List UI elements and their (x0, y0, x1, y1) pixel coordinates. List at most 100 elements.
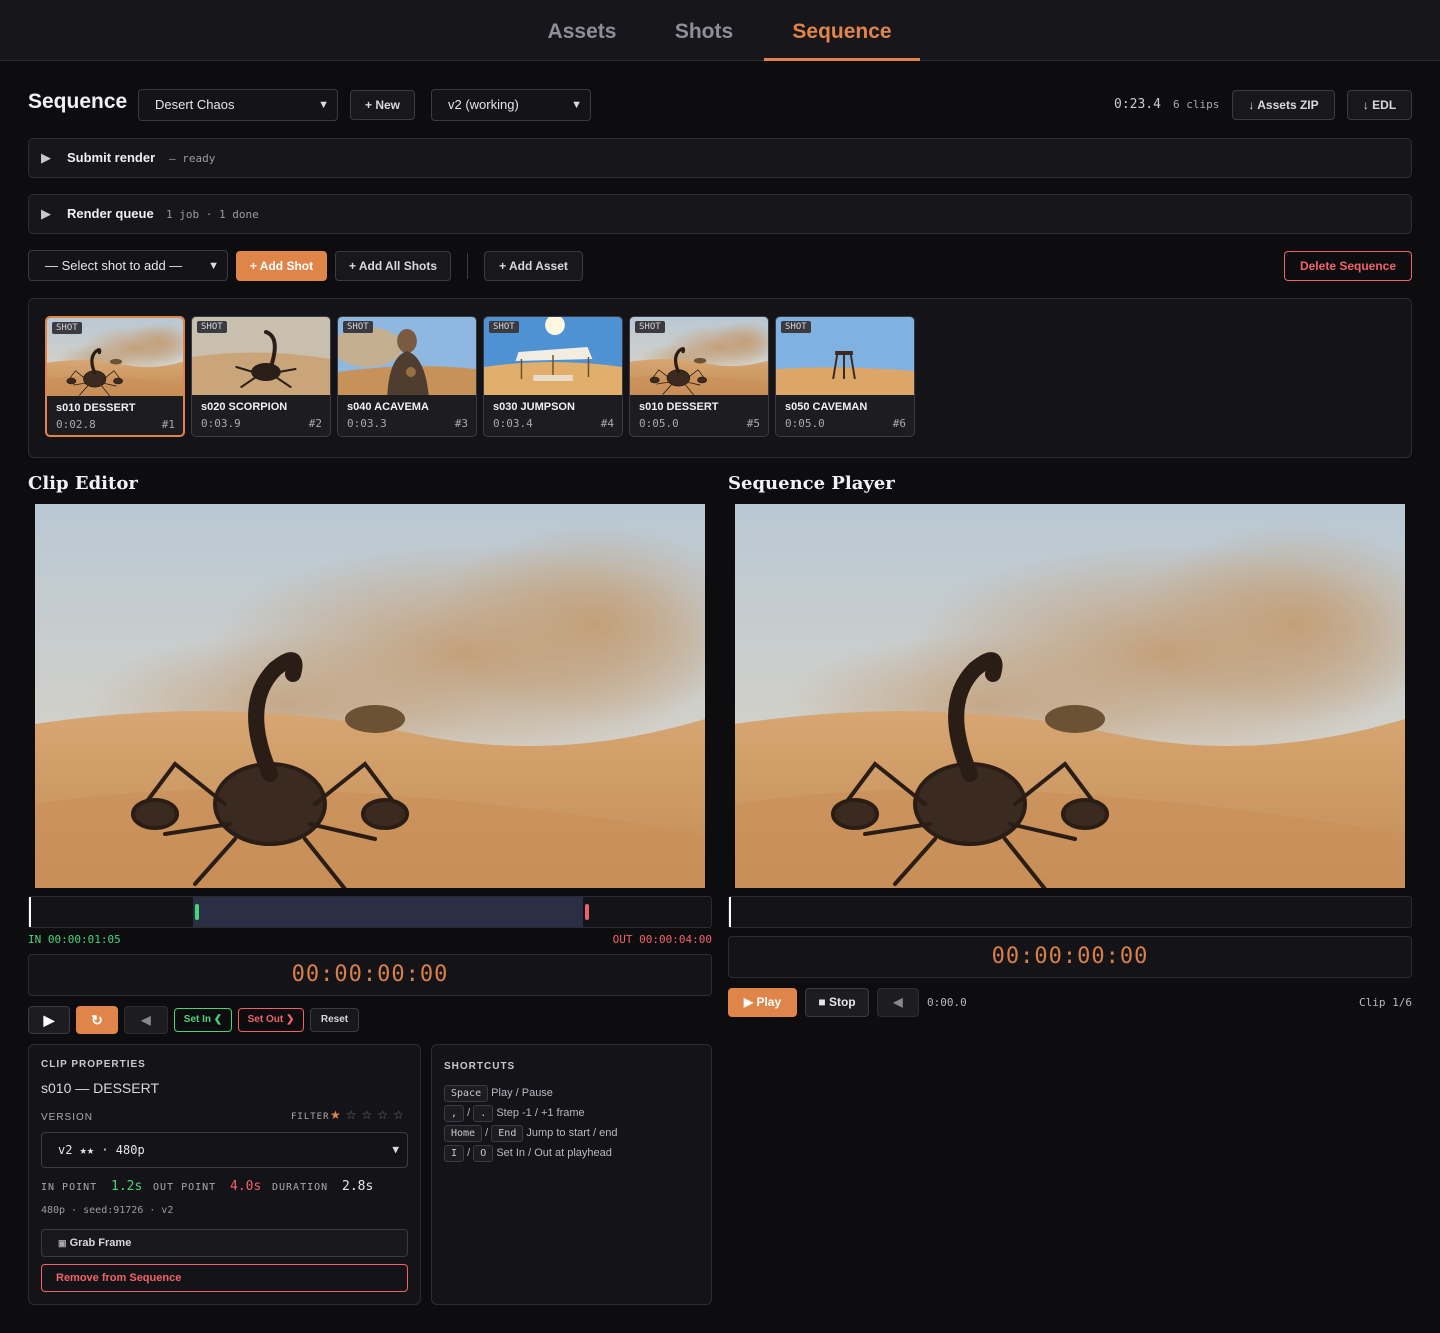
shortcut-desc: Set In / Out at playhead (496, 1147, 612, 1159)
clip-index: #6 (892, 417, 906, 430)
clips-count: 6 clips (1173, 98, 1220, 111)
sequence-play-button[interactable]: ▶ Play (728, 988, 797, 1017)
tab-sequence[interactable]: Sequence (764, 0, 920, 61)
camera-icon: ▣ (58, 1238, 67, 1248)
expand-triangle-icon: ▶ (41, 150, 51, 165)
add-asset-button[interactable]: + Add Asset (484, 251, 583, 281)
filter-label: FILTER (291, 1112, 330, 1122)
playhead[interactable] (729, 897, 731, 927)
timeline-clip[interactable]: SHOT s010 DESSERT 0:02.8 #1 (45, 316, 185, 437)
clip-index: #1 (161, 418, 175, 431)
submit-render-panel[interactable]: ▶ Submit render — ready (28, 138, 1412, 178)
timeline-clip[interactable]: SHOT s040 ACAVEMA 0:03.3 #3 (337, 316, 477, 437)
chevron-down-icon: ▼ (392, 1143, 399, 1156)
sequence-select-value: Desert Chaos (155, 97, 235, 112)
shortcut-row: , / . Step -1 / +1 frame (444, 1105, 585, 1122)
timeline-clip[interactable]: SHOT s050 CAVEMAN 0:05.0 #6 (775, 316, 915, 437)
filter-star-icon[interactable]: ☆ (346, 1108, 362, 1122)
shortcut-row: Home / End Jump to start / end (444, 1125, 618, 1142)
clip-name: s030 JUMPSON (493, 401, 575, 413)
out-timecode: OUT 00:00:04:00 (612, 933, 712, 946)
clip-name: s020 SCORPION (201, 401, 288, 413)
render-queue-status: 1 job · 1 done (166, 208, 259, 221)
new-sequence-button[interactable]: + New (350, 90, 415, 120)
shortcut-row: I / O Set In / Out at playhead (444, 1145, 612, 1162)
filter-star-icon[interactable]: ☆ (362, 1108, 378, 1122)
clip-trim-track[interactable] (28, 896, 712, 928)
delete-sequence-button[interactable]: Delete Sequence (1284, 251, 1412, 281)
clip-duration: 0:05.0 (639, 417, 679, 430)
sequence-player-viewport[interactable] (735, 504, 1405, 888)
sequence-select[interactable]: Desert Chaos ▼ (138, 89, 338, 121)
trim-range (193, 897, 584, 927)
sequence-stop-button[interactable]: ■ Stop (805, 988, 869, 1017)
render-queue-title: Render queue (67, 206, 154, 221)
assets-zip-label: Assets ZIP (1257, 98, 1319, 112)
download-icon: ↓ (1362, 98, 1369, 112)
speaker-icon: ◀ (893, 995, 903, 1009)
in-handle[interactable] (195, 904, 200, 920)
filter-stars[interactable]: ★☆☆☆☆ (330, 1108, 409, 1122)
clip-duration: 0:05.0 (785, 417, 825, 430)
filter-star-icon[interactable]: ☆ (377, 1108, 393, 1122)
chevron-down-icon: ▼ (571, 99, 582, 111)
clip-badge: SHOT (489, 321, 519, 333)
out-point-value: 4.0s (230, 1179, 262, 1194)
sequence-mute-button[interactable]: ◀ (877, 988, 919, 1017)
select-shot-dropdown[interactable]: — Select shot to add — ▼ (28, 250, 228, 281)
speaker-icon: ◀ (141, 1013, 151, 1027)
clip-name: s050 CAVEMAN (785, 401, 868, 413)
sequence-time: 0:00.0 (927, 996, 967, 1009)
submit-render-title: Submit render (67, 150, 156, 165)
chevron-down-icon: ▼ (208, 260, 219, 272)
sequence-scrub-track[interactable] (728, 896, 1412, 928)
clip-badge: SHOT (197, 321, 227, 333)
add-shot-button[interactable]: + Add Shot (236, 251, 327, 281)
set-out-button[interactable]: Set Out ❯ (238, 1008, 304, 1032)
clip-info: 480p · seed:91726 · v2 (41, 1205, 174, 1216)
key-separator: / (467, 1107, 471, 1119)
shortcuts-heading: SHORTCUTS (444, 1061, 516, 1072)
render-queue-panel[interactable]: ▶ Render queue 1 job · 1 done (28, 194, 1412, 234)
filter-star-icon[interactable]: ☆ (393, 1108, 409, 1122)
add-all-shots-button[interactable]: + Add All Shots (335, 251, 451, 281)
out-handle[interactable] (585, 904, 590, 920)
clip-properties-card: CLIP PROPERTIES s010 — DESSERT VERSION F… (28, 1044, 421, 1305)
clip-version-select[interactable]: v2 ★★ · 480p ▼ (41, 1132, 408, 1168)
shortcut-desc: Jump to start / end (526, 1127, 618, 1139)
key-cap: I (444, 1145, 465, 1162)
clip-name: s010 — DESSERT (41, 1080, 160, 1096)
duration-value: 2.8s (342, 1179, 374, 1194)
play-button[interactable]: ▶ (28, 1006, 70, 1034)
expand-triangle-icon: ▶ (41, 206, 51, 221)
tab-assets[interactable]: Assets (530, 0, 634, 61)
filter-star-icon[interactable]: ★ (330, 1108, 346, 1122)
clip-badge: SHOT (343, 321, 373, 333)
version-select-value: v2 (working) (448, 97, 519, 112)
mute-button[interactable]: ◀ (124, 1006, 168, 1034)
shortcut-desc: Play / Pause (491, 1087, 553, 1099)
version-select[interactable]: v2 (working) ▼ (431, 89, 591, 121)
loop-button[interactable]: ↻ (76, 1006, 118, 1034)
reset-button[interactable]: Reset (310, 1008, 359, 1032)
out-point-label: OUT POINT (153, 1182, 217, 1193)
clip-editor-title: Clip Editor (28, 473, 138, 494)
sequence-timecode-display: 00:00:00:00 (728, 936, 1412, 978)
toolbar-divider (467, 253, 468, 279)
select-shot-value: — Select shot to add — (45, 258, 183, 273)
clip-editor-viewport[interactable] (35, 504, 705, 888)
clip-name: s010 DESSERT (56, 402, 136, 414)
playhead[interactable] (29, 897, 31, 927)
timeline-clip[interactable]: SHOT s010 DESSERT 0:05.0 #5 (629, 316, 769, 437)
edl-label: EDL (1372, 98, 1397, 112)
timeline-clip[interactable]: SHOT s020 SCORPION 0:03.9 #2 (191, 316, 331, 437)
submit-render-status: — ready (169, 152, 216, 165)
clip-timecode-display: 00:00:00:00 (28, 954, 712, 996)
remove-from-sequence-button[interactable]: Remove from Sequence (41, 1264, 408, 1292)
assets-zip-button[interactable]: ↓ Assets ZIP (1232, 90, 1335, 120)
timeline-clip[interactable]: SHOT s030 JUMPSON 0:03.4 #4 (483, 316, 623, 437)
set-in-button[interactable]: Set In ❮ (174, 1008, 232, 1032)
edl-button[interactable]: ↓ EDL (1347, 90, 1412, 120)
grab-frame-button[interactable]: ▣ Grab Frame (41, 1229, 408, 1257)
tab-shots[interactable]: Shots (656, 0, 752, 61)
